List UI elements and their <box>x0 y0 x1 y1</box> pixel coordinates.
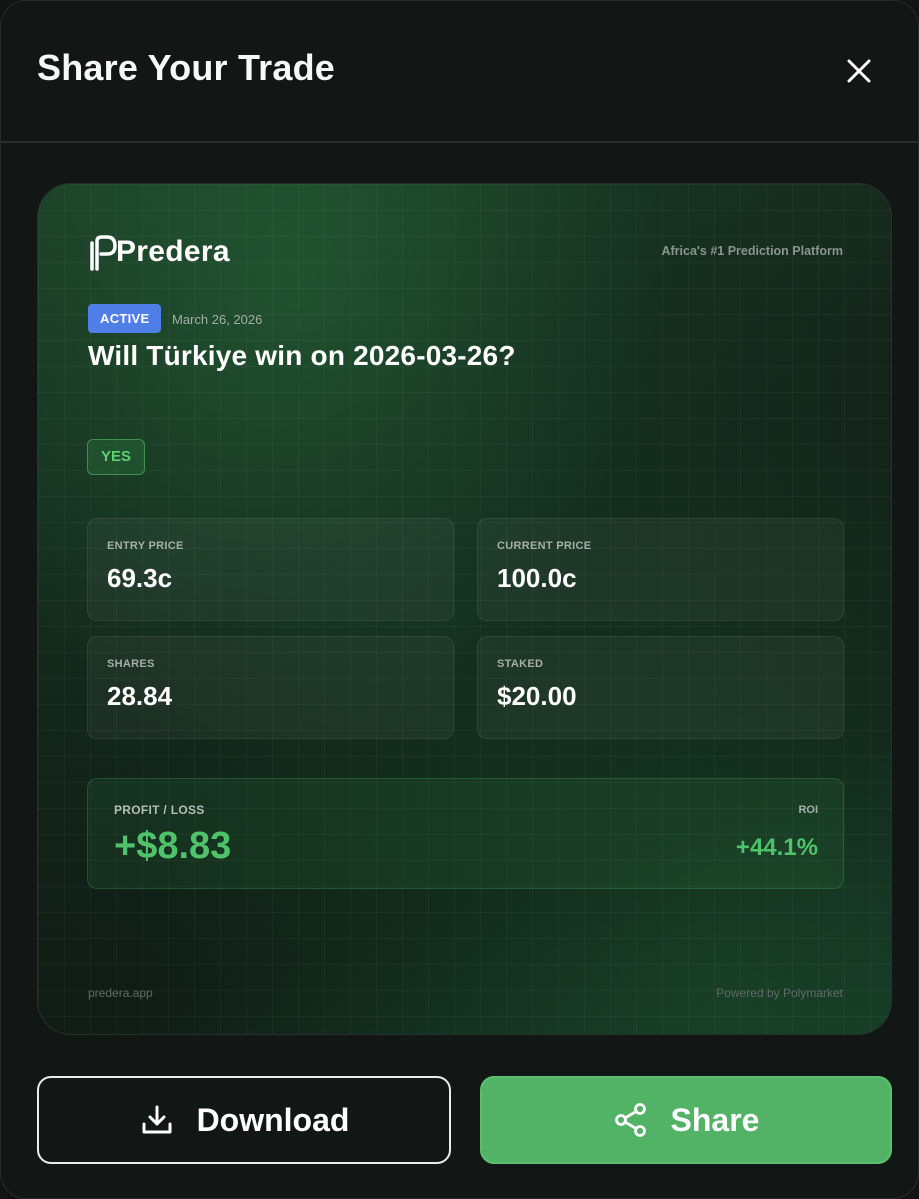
stat-label: STAKED <box>497 658 544 670</box>
status-badge: ACTIVE <box>88 304 162 333</box>
share-label: Share <box>670 1101 760 1138</box>
close-icon <box>847 59 871 83</box>
stat-label: ENTRY PRICE <box>107 540 184 552</box>
trade-card: Predera Africa's #1 Prediction Platform … <box>37 183 892 1035</box>
download-label: Download <box>196 1101 350 1138</box>
stat-value: 69.3c <box>107 563 173 593</box>
download-icon <box>142 1105 172 1134</box>
stat-value: 28.84 <box>107 681 173 711</box>
predera-logo-icon <box>90 235 117 271</box>
stat-shares: SHARES 28.84 <box>87 636 454 739</box>
stat-current-price: CURRENT PRICE 100.0c <box>477 518 844 621</box>
roi-value: +44.1% <box>735 834 818 861</box>
stat-entry-price: ENTRY PRICE 69.3c <box>87 518 454 621</box>
share-button[interactable]: Share <box>480 1076 892 1164</box>
stat-value: $20.00 <box>497 681 577 711</box>
profit-loss-panel: PROFIT / LOSS +$8.83 ROI +44.1% <box>87 778 844 889</box>
share-icon <box>614 1103 646 1137</box>
brand-tagline: Africa's #1 Prediction Platform <box>661 244 843 258</box>
profit-loss-label: PROFIT / LOSS <box>114 803 205 817</box>
card-footer-site: predera.app <box>88 986 153 1000</box>
brand-logo: Predera <box>88 232 230 272</box>
market-question: Will Türkiye win on 2026-03-26? <box>88 340 516 371</box>
stat-label: SHARES <box>107 658 155 670</box>
close-button[interactable] <box>839 51 879 91</box>
stat-label: CURRENT PRICE <box>497 540 592 552</box>
dialog-header: Share Your Trade <box>1 1 918 143</box>
roi-label: ROI <box>798 804 818 816</box>
profit-loss-value: +$8.83 <box>114 825 232 867</box>
brand-name: Predera <box>116 235 230 268</box>
outcome-badge: YES <box>87 439 145 475</box>
market-date: March 26, 2026 <box>172 312 263 327</box>
stat-staked: STAKED $20.00 <box>477 636 844 739</box>
stat-value: 100.0c <box>497 563 577 593</box>
dialog-title: Share Your Trade <box>37 47 335 88</box>
download-button[interactable]: Download <box>37 1076 451 1164</box>
card-footer-powered-by: Powered by Polymarket <box>716 986 843 1000</box>
share-trade-dialog: Share Your Trade Predera Africa's #1 Pre… <box>0 0 919 1199</box>
